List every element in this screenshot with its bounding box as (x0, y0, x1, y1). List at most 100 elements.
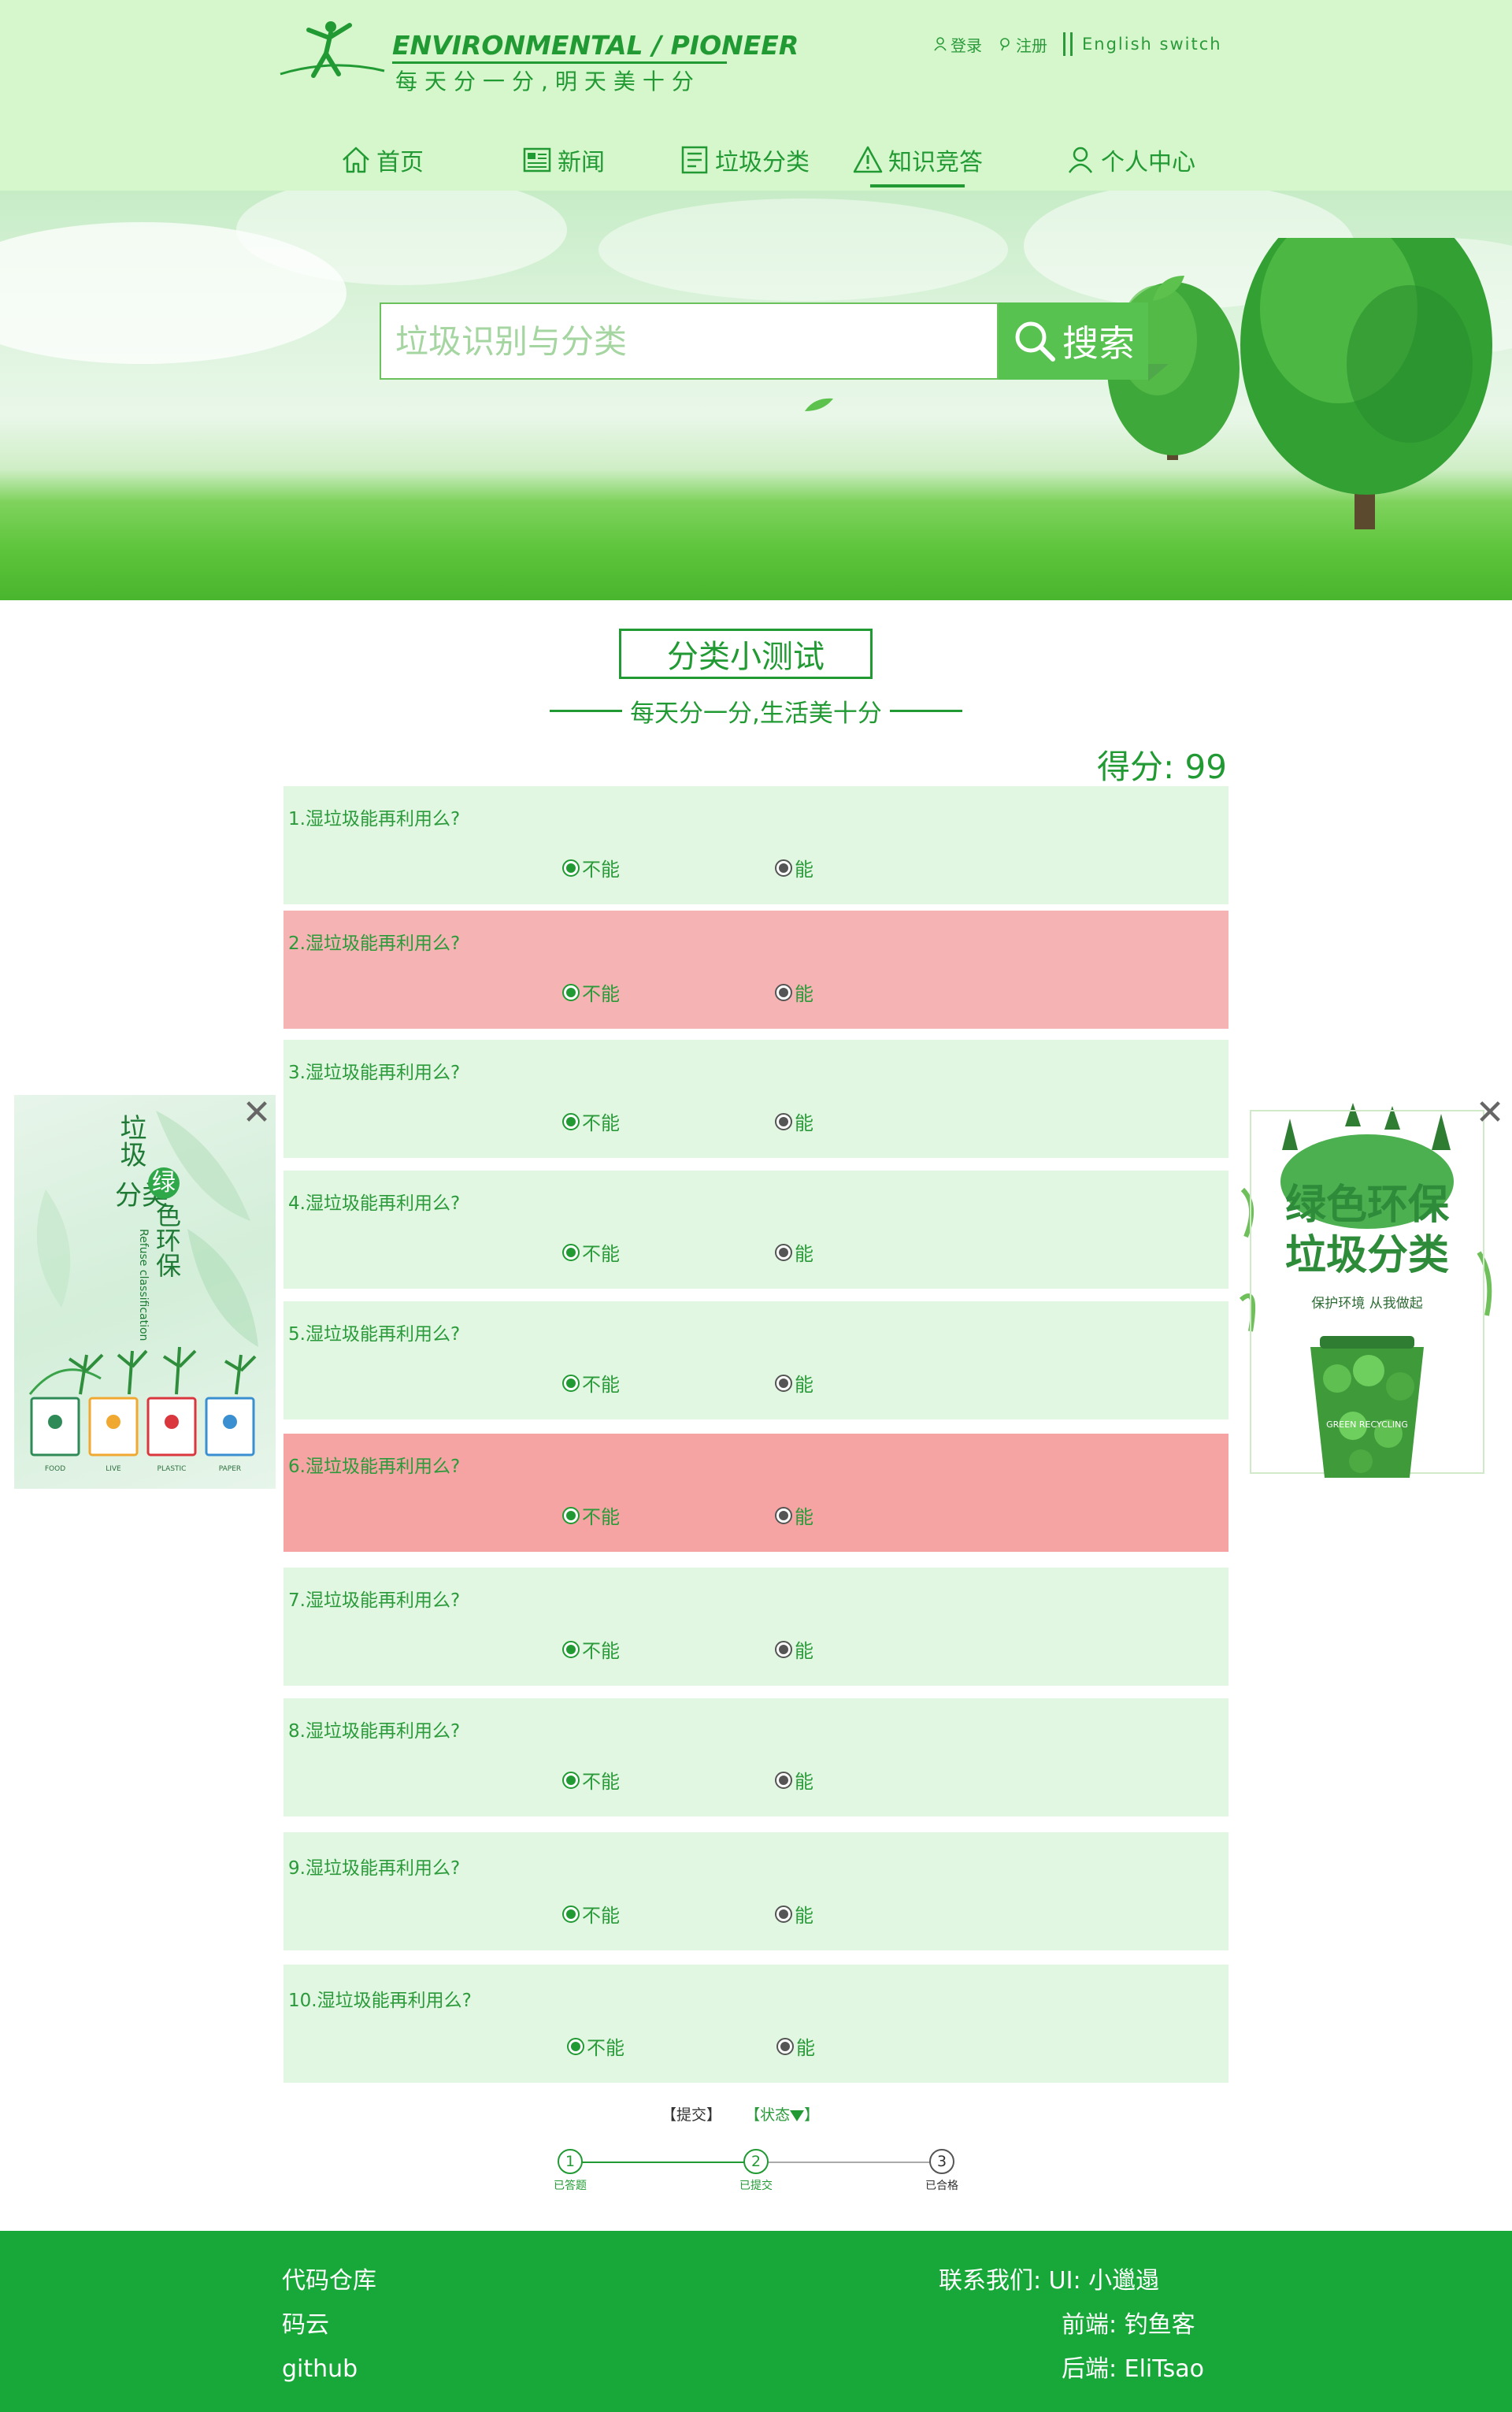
option-yes[interactable]: 能 (775, 1108, 813, 1135)
step-number: 3 (929, 2149, 954, 2174)
quiz-slogan-text: 每天分一分,生活美十分 (630, 699, 882, 728)
login-link[interactable]: 登录 (932, 33, 982, 56)
radio-icon[interactable] (775, 1112, 792, 1130)
radio-icon[interactable] (562, 1112, 580, 1130)
question-card: 8.湿垃圾能再利用么? 不能 能 (284, 1698, 1228, 1816)
radio-icon[interactable] (775, 1374, 792, 1392)
option-label: 不能 (582, 1771, 620, 1793)
option-yes[interactable]: 能 (776, 2032, 815, 2060)
status-toggle[interactable]: 【状态】 (745, 2106, 819, 2124)
option-label: 能 (795, 1374, 813, 1396)
option-no[interactable]: 不能 (562, 1501, 620, 1529)
radio-icon[interactable] (562, 1771, 580, 1789)
option-no[interactable]: 不能 (562, 1238, 620, 1266)
option-yes[interactable]: 能 (775, 1766, 813, 1794)
option-no[interactable]: 不能 (562, 978, 620, 1006)
quiz-actions: 【提交】 【状态】 (662, 2103, 819, 2124)
nav-item-home[interactable]: 首页 (340, 137, 424, 183)
bin-label: PAPER (218, 1465, 242, 1473)
question-text: 6.湿垃圾能再利用么? (288, 1456, 461, 1477)
logo-slogan: 每天分一分,明天美十分 (395, 69, 701, 95)
user-search-icon (1000, 38, 1010, 51)
option-label: 不能 (582, 1640, 620, 1662)
search-icon (1015, 321, 1055, 362)
option-yes[interactable]: 能 (775, 854, 813, 881)
leaf-icon (805, 398, 833, 411)
nav-label-home: 首页 (376, 149, 424, 176)
step-answered: 1 已答题 (539, 2149, 602, 2193)
score-display: 得分: 99 (1097, 740, 1227, 789)
option-no[interactable]: 不能 (562, 1900, 620, 1928)
radio-icon[interactable] (775, 983, 792, 1001)
logo-title: ENVIRONMENTAL / PIONEER (392, 30, 799, 61)
site-logo[interactable]: ENVIRONMENTAL / PIONEER 每天分一分,明天美十分 (277, 19, 799, 95)
option-yes[interactable]: 能 (775, 1501, 813, 1529)
option-label: 不能 (582, 859, 620, 881)
site-header: ENVIRONMENTAL / PIONEER 每天分一分,明天美十分 登录 注… (0, 0, 1512, 191)
score-value: 99 (1184, 748, 1227, 786)
quiz-slogan: 每天分一分,生活美十分 (0, 693, 1512, 728)
left-ad-poster[interactable]: 垃圾 分类 绿 色环保 Refuse classification FOOD L… (14, 1095, 276, 1489)
radio-icon[interactable] (775, 1506, 792, 1524)
option-no[interactable]: 不能 (562, 1108, 620, 1135)
option-label: 不能 (582, 1374, 620, 1396)
option-yes[interactable]: 能 (775, 1238, 813, 1266)
close-right-ad-button[interactable]: ✕ (1474, 1096, 1506, 1130)
footer-link-github[interactable]: github (282, 2347, 376, 2392)
radio-icon[interactable] (775, 1771, 792, 1789)
right-ad-poster[interactable]: 绿色环保 垃圾分类 保护环境 从我做起 GREEN RECYCLING (1235, 1095, 1499, 1489)
ad-left-title-a: 垃圾 (115, 1114, 146, 1167)
cloud-shape (598, 199, 1008, 301)
radio-icon[interactable] (775, 1640, 792, 1658)
radio-icon[interactable] (562, 1905, 580, 1923)
radio-icon[interactable] (775, 1243, 792, 1261)
radio-icon[interactable] (562, 1374, 580, 1392)
option-no[interactable]: 不能 (562, 1766, 620, 1794)
option-no[interactable]: 不能 (567, 2032, 624, 2060)
step-label: 已合格 (925, 2180, 958, 2192)
language-switch[interactable]: English switch (1082, 35, 1222, 54)
option-label: 不能 (582, 1905, 620, 1927)
nav-label-news: 新闻 (558, 149, 605, 176)
news-icon (523, 147, 551, 173)
option-yes[interactable]: 能 (775, 1369, 813, 1397)
search-input[interactable] (381, 304, 999, 378)
option-yes[interactable]: 能 (775, 1900, 813, 1928)
site-footer: 代码仓库 码云 github 联系我们: UI: 小邋遢 前端: 钓鱼客 后端:… (0, 2231, 1512, 2412)
radio-icon[interactable] (567, 2037, 584, 2055)
search-button[interactable]: 搜索 (999, 302, 1148, 380)
nav-item-profile[interactable]: 个人中心 (1065, 137, 1195, 183)
step-qualified: 3 已合格 (910, 2149, 973, 2193)
option-yes[interactable]: 能 (775, 978, 813, 1006)
option-no[interactable]: 不能 (562, 1635, 620, 1663)
submit-button[interactable]: 【提交】 (662, 2106, 721, 2124)
radio-icon[interactable] (562, 983, 580, 1001)
radio-icon[interactable] (776, 2037, 794, 2055)
radio-icon[interactable] (775, 1905, 792, 1923)
register-link[interactable]: 注册 (998, 33, 1047, 56)
radio-icon[interactable] (562, 1640, 580, 1658)
nav-item-quiz[interactable]: 知识竞答 (852, 137, 983, 183)
question-card: 10.湿垃圾能再利用么? 不能 能 (284, 1965, 1228, 2083)
question-card: 9.湿垃圾能再利用么? 不能 能 (284, 1832, 1228, 1950)
warning-icon (853, 146, 883, 173)
option-yes[interactable]: 能 (775, 1635, 813, 1663)
radio-icon[interactable] (775, 859, 792, 877)
bin-label: LIVE (106, 1465, 121, 1473)
question-card: 2.湿垃圾能再利用么? 不能 能 (284, 911, 1228, 1029)
ad-left-title-c: 绿 (148, 1167, 180, 1199)
nav-item-classification[interactable]: 垃圾分类 (679, 137, 810, 183)
option-label: 能 (795, 1905, 813, 1927)
step-number: 1 (558, 2149, 583, 2174)
radio-icon[interactable] (562, 859, 580, 877)
nav-item-news[interactable]: 新闻 (521, 137, 605, 183)
radio-icon[interactable] (562, 1243, 580, 1261)
search-button-tail (1148, 364, 1169, 381)
radio-icon[interactable] (562, 1506, 580, 1524)
close-left-ad-button[interactable]: ✕ (241, 1096, 272, 1130)
option-no[interactable]: 不能 (562, 1369, 620, 1397)
option-label: 不能 (582, 1243, 620, 1265)
step-label: 已提交 (739, 2180, 773, 2192)
footer-link-gitee[interactable]: 码云 (282, 2303, 376, 2347)
option-no[interactable]: 不能 (562, 854, 620, 881)
